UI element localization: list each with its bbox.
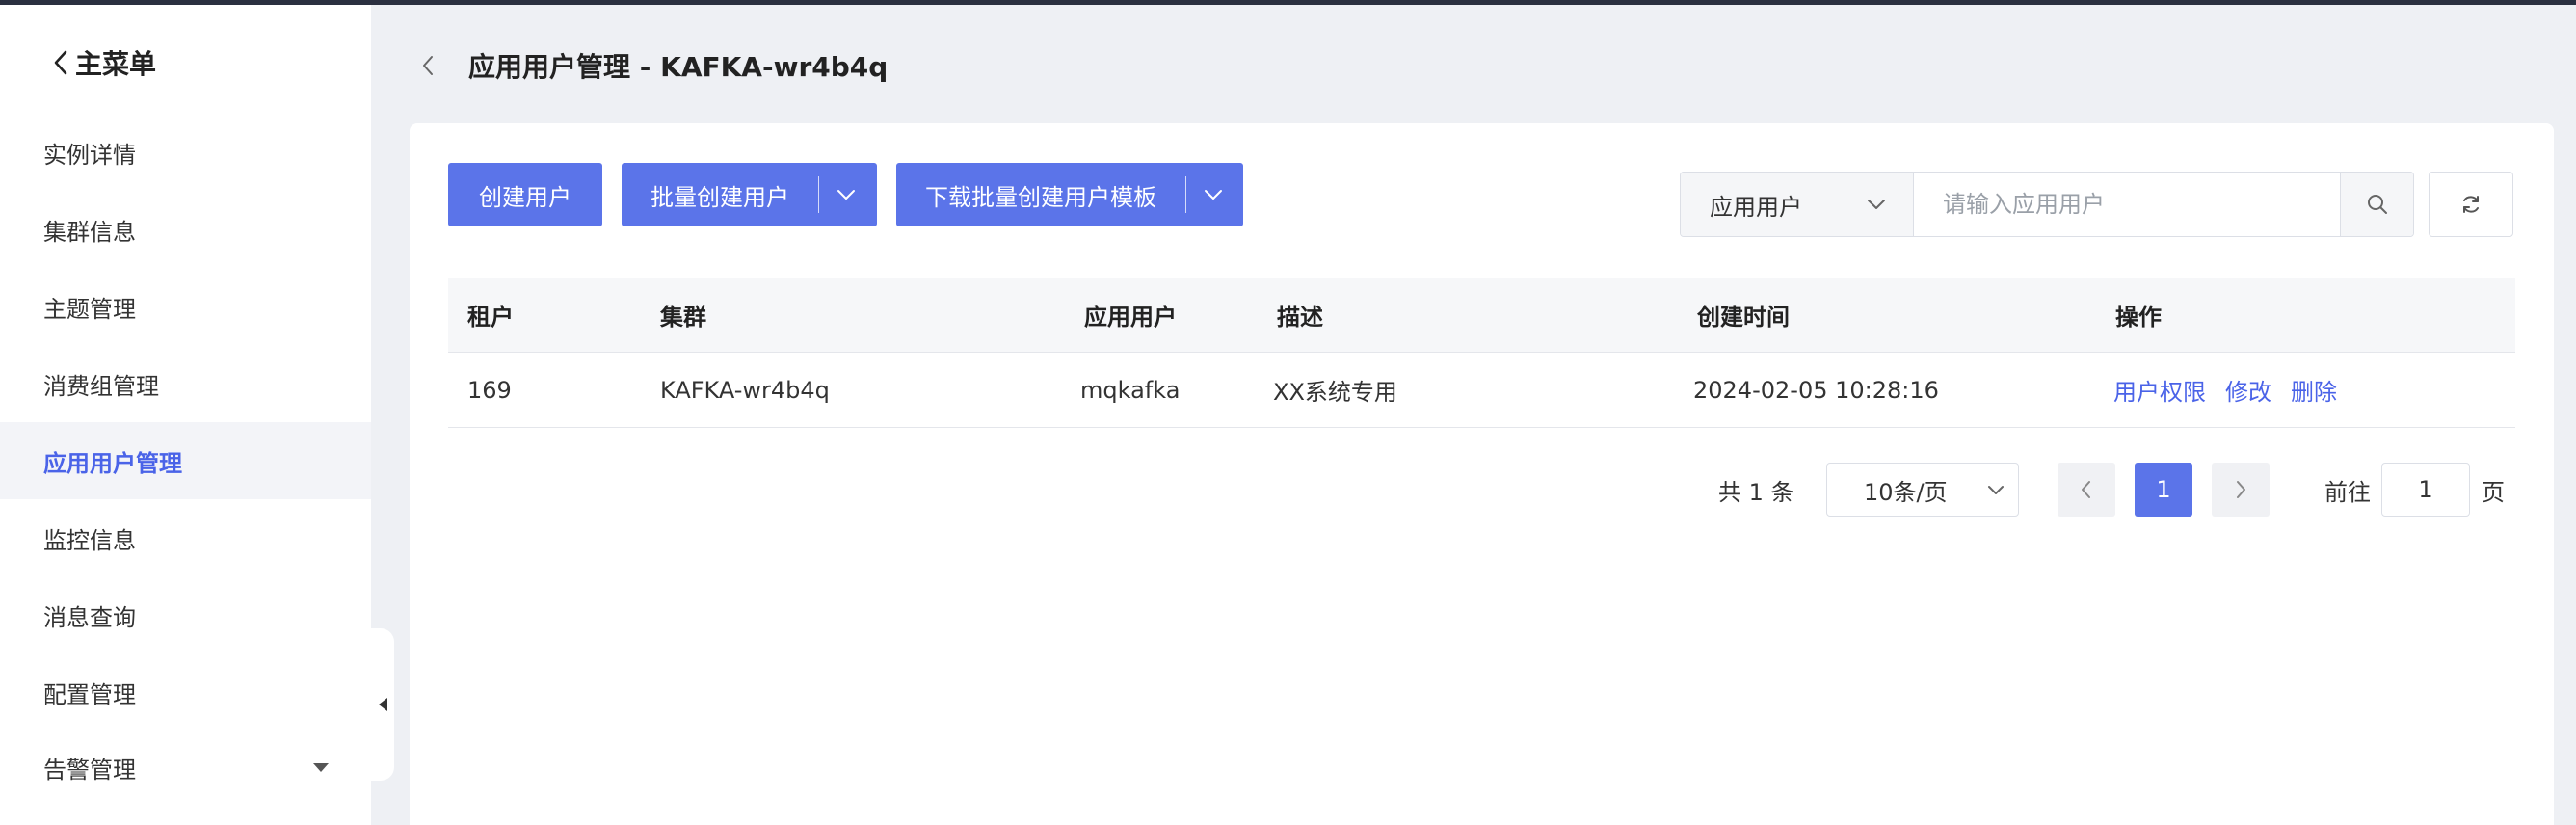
sidebar-item-instance-details[interactable]: 实例详情	[0, 114, 371, 191]
sidebar-collapse-toggle[interactable]	[371, 628, 394, 781]
chevron-left-icon	[2082, 481, 2090, 498]
sidebar-item-monitoring-info[interactable]: 监控信息	[0, 499, 371, 576]
caret-down-icon	[313, 763, 329, 772]
sidebar-item-alert-management[interactable]: 告警管理	[0, 729, 371, 806]
search-type-select[interactable]: 应用用户	[1681, 173, 1914, 236]
prev-page-button[interactable]	[2058, 463, 2115, 517]
download-template-label: 下载批量创建用户模板	[925, 183, 1156, 211]
chevron-left-icon	[423, 56, 433, 75]
sidebar-item-message-query[interactable]: 消息查询	[0, 576, 371, 653]
cell-created-at: 2024-02-05 10:28:16	[1693, 376, 1939, 404]
download-template-button[interactable]: 下载批量创建用户模板	[896, 163, 1243, 226]
cell-app-user: mqkafka	[1080, 376, 1181, 404]
cell-description: XX系统专用	[1273, 379, 1397, 406]
sidebar-item-label: 消息查询	[43, 603, 136, 631]
table-row: 169 KAFKA-wr4b4q mqkafka XX系统专用 2024-02-…	[448, 353, 2515, 428]
page-size-value: 10条/页	[1864, 478, 1948, 506]
batch-create-user-button[interactable]: 批量创建用户	[622, 163, 877, 226]
chevron-down-icon	[1205, 190, 1222, 200]
back-button[interactable]	[414, 46, 441, 85]
chevron-down-icon	[837, 190, 855, 200]
page-title: 应用用户管理 - KAFKA-wr4b4q	[468, 51, 889, 83]
main-menu-back-button[interactable]: 主菜单	[50, 43, 156, 82]
pagination-total: 共 1 条	[1718, 478, 1794, 506]
sidebar-item-consumer-group-management[interactable]: 消费组管理	[0, 345, 371, 422]
edit-link[interactable]: 修改	[2225, 373, 2271, 407]
page-number-current[interactable]: 1	[2135, 463, 2192, 517]
cell-tenant: 169	[467, 376, 512, 404]
chevron-left-icon	[50, 49, 71, 76]
delete-link[interactable]: 删除	[2291, 373, 2337, 407]
search-group: 应用用户	[1680, 172, 2414, 237]
goto-prefix-label: 前往	[2324, 478, 2371, 506]
top-bar	[0, 0, 2576, 5]
sidebar-item-label: 集群信息	[43, 218, 136, 246]
column-header-cluster: 集群	[660, 304, 706, 331]
cell-cluster: KAFKA-wr4b4q	[660, 376, 830, 404]
goto-page-input[interactable]	[2381, 463, 2470, 517]
cell-actions: 用户权限 修改 删除	[2113, 353, 2356, 427]
search-type-value: 应用用户	[1710, 193, 1802, 221]
main-menu-label: 主菜单	[75, 48, 157, 80]
goto-suffix-label: 页	[2482, 478, 2505, 506]
column-header-description: 描述	[1277, 304, 1323, 331]
search-input[interactable]	[1914, 173, 2340, 236]
chevron-right-icon	[2237, 481, 2245, 498]
create-user-button[interactable]: 创建用户	[448, 163, 602, 226]
chevron-down-icon	[1988, 485, 2004, 494]
content-card: 创建用户 批量创建用户 下载批量创建用户模板 应用用户 请输入应用用户 租户 集…	[410, 123, 2554, 825]
table-header: 租户 集群 应用用户 描述 创建时间 操作	[448, 278, 2515, 353]
user-permissions-link[interactable]: 用户权限	[2113, 373, 2206, 407]
sidebar-item-label: 消费组管理	[43, 372, 159, 400]
batch-create-dropdown-toggle[interactable]	[819, 163, 873, 226]
sidebar-item-cluster-info[interactable]: 集群信息	[0, 191, 371, 268]
column-header-created-at: 创建时间	[1697, 304, 1790, 331]
sidebar-item-label: 应用用户管理	[43, 449, 182, 477]
search-icon	[2367, 195, 2387, 214]
create-user-label: 创建用户	[479, 183, 571, 211]
page-size-select[interactable]: 10条/页	[1826, 463, 2019, 517]
sidebar-item-topic-management[interactable]: 主题管理	[0, 268, 371, 345]
refresh-button[interactable]	[2429, 172, 2513, 237]
sidebar: 主菜单 实例详情 集群信息 主题管理 消费组管理 应用用户管理 监控信息 消息查…	[0, 5, 371, 825]
sidebar-item-app-user-management[interactable]: 应用用户管理	[0, 422, 371, 499]
download-template-dropdown-toggle[interactable]	[1186, 163, 1240, 226]
chevron-down-icon	[1868, 200, 1885, 209]
page-header: 应用用户管理 - KAFKA-wr4b4q	[414, 42, 888, 89]
next-page-button[interactable]	[2212, 463, 2270, 517]
collapse-left-icon	[378, 698, 387, 711]
refresh-icon	[2463, 196, 2479, 213]
column-header-tenant: 租户	[467, 304, 514, 331]
batch-create-user-label: 批量创建用户	[651, 183, 789, 211]
sidebar-item-config-management[interactable]: 配置管理	[0, 653, 371, 731]
sidebar-item-label: 主题管理	[43, 295, 136, 323]
sidebar-item-label: 实例详情	[43, 141, 136, 169]
column-header-app-user: 应用用户	[1084, 304, 1177, 331]
sidebar-item-label: 配置管理	[43, 680, 136, 708]
app-user-table: 租户 集群 应用用户 描述 创建时间 操作 169 KAFKA-wr4b4q m…	[448, 278, 2515, 428]
sidebar-item-label: 监控信息	[43, 526, 136, 554]
sidebar-item-label: 告警管理	[43, 756, 136, 784]
search-button[interactable]	[2340, 173, 2413, 236]
column-header-actions: 操作	[2115, 304, 2162, 331]
